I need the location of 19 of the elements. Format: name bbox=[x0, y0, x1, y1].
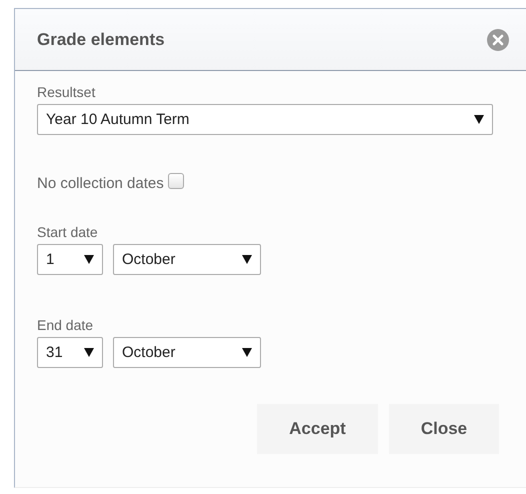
caret-icon bbox=[474, 115, 484, 124]
field-label: Resultset bbox=[37, 84, 96, 100]
month-dropdown[interactable]: October bbox=[113, 337, 261, 368]
caret-icon bbox=[84, 348, 94, 357]
close-icon[interactable] bbox=[486, 28, 510, 52]
month-dropdown[interactable]: October bbox=[113, 244, 261, 275]
day-dropdown[interactable]: 1 bbox=[37, 244, 103, 275]
day-dropdown[interactable]: 31 bbox=[37, 337, 103, 368]
dialog-title: Grade elements bbox=[37, 30, 166, 50]
checkbox[interactable] bbox=[168, 172, 184, 188]
caret-icon bbox=[84, 255, 94, 264]
caret-icon bbox=[242, 348, 252, 357]
caret-icon bbox=[242, 255, 252, 264]
accept-button[interactable]: Accept bbox=[257, 404, 378, 454]
close-button[interactable]: Close bbox=[389, 404, 499, 454]
resultset-dropdown[interactable]: Year 10 Autumn Term bbox=[37, 104, 493, 135]
field-label: End date bbox=[37, 317, 94, 333]
checkbox-label: No collection dates bbox=[37, 175, 164, 192]
field-label: Start date bbox=[37, 224, 99, 240]
